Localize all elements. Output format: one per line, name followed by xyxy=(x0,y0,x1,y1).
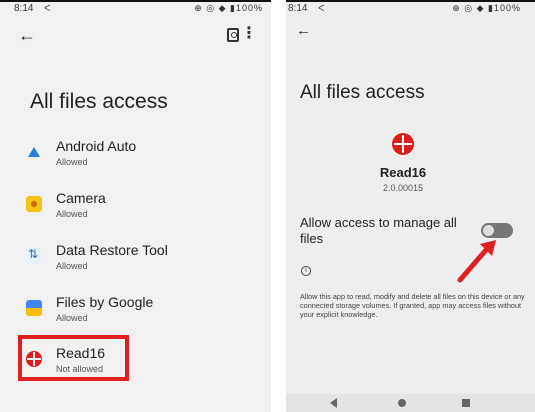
status-time: 8:14 xyxy=(288,3,308,14)
app-name: Files by Google xyxy=(56,294,154,310)
app-status: Allowed xyxy=(56,261,88,271)
android-auto-icon xyxy=(26,144,42,160)
app-file-access-detail-screen: 8:14 ᐸ ⊕ ◎ ◆ ▮100% ← All files access Re… xyxy=(286,0,535,412)
app-version: 2.0.00015 xyxy=(382,183,424,193)
notification-icon: ᐸ xyxy=(318,3,325,13)
app-name: Data Restore Tool xyxy=(56,242,168,258)
files-by-google-icon xyxy=(26,300,42,316)
notification-icon: ᐸ xyxy=(44,3,51,13)
status-bar: 8:14 ᐸ ⊕ ◎ ◆ ▮100% xyxy=(286,3,535,17)
top-border xyxy=(286,0,535,2)
nav-back-icon[interactable] xyxy=(330,398,337,408)
red-highlight-box xyxy=(18,335,129,381)
app-status: Allowed xyxy=(56,313,88,323)
app-row-files-by-google[interactable]: Files by Google Allowed xyxy=(0,294,271,334)
system-status-icons: ⊕ ◎ ◆ ▮100% xyxy=(194,3,263,13)
nav-recents-icon[interactable] xyxy=(462,399,470,407)
status-time: 8:14 xyxy=(14,3,34,14)
app-status: Allowed xyxy=(56,209,88,219)
search-icon[interactable] xyxy=(227,28,239,42)
app-name: Android Auto xyxy=(56,138,137,154)
data-restore-icon xyxy=(26,247,42,264)
camera-icon xyxy=(26,196,42,212)
toggle-knob xyxy=(483,225,494,236)
app-name: Read16 xyxy=(379,165,427,180)
read16-app-icon xyxy=(392,133,414,155)
toggle-label: Allow access to manage all files xyxy=(300,215,457,246)
all-files-access-list-screen: 8:14 ᐸ ⊕ ◎ ◆ ▮100% ← ⋮ All files access … xyxy=(0,0,271,412)
page-title: All files access xyxy=(30,90,168,113)
app-status: Allowed xyxy=(56,157,88,167)
system-status-icons: ⊕ ◎ ◆ ▮100% xyxy=(452,3,521,13)
page-title: All files access xyxy=(300,82,425,103)
info-icon: i xyxy=(301,266,311,276)
top-border xyxy=(0,0,271,2)
back-arrow-icon[interactable]: ← xyxy=(296,22,311,40)
back-arrow-icon[interactable]: ← xyxy=(18,26,36,44)
app-name: Camera xyxy=(56,190,106,206)
status-bar: 8:14 ᐸ ⊕ ◎ ◆ ▮100% xyxy=(0,3,271,17)
navigation-bar xyxy=(286,394,535,412)
red-arrow-icon xyxy=(457,240,496,283)
app-row-camera[interactable]: Camera Allowed xyxy=(0,190,271,230)
app-row-data-restore-tool[interactable]: Data Restore Tool Allowed xyxy=(0,242,271,282)
app-row-android-auto[interactable]: Android Auto Allowed xyxy=(0,138,271,178)
info-description: Allow this app to read, modify and delet… xyxy=(300,292,525,319)
nav-home-icon[interactable] xyxy=(398,399,406,407)
more-options-icon[interactable]: ⋮ xyxy=(241,26,257,42)
